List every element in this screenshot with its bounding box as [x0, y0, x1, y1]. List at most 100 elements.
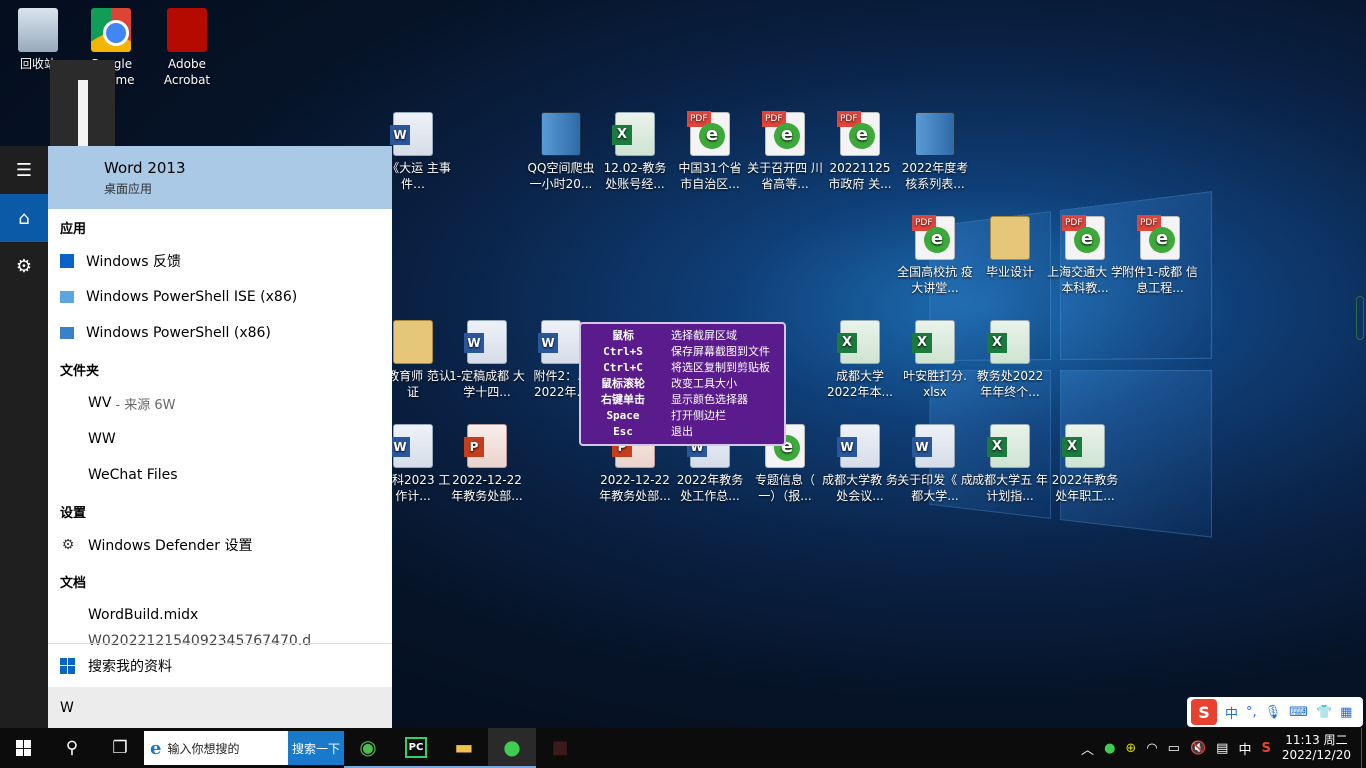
- search-input[interactable]: W: [48, 687, 392, 728]
- browser-search-button[interactable]: 搜索一下: [288, 731, 344, 765]
- pdf-file-icon: [915, 216, 955, 260]
- best-match-result[interactable]: Word 2013 桌面应用: [48, 146, 392, 209]
- desktop-icon-label: 关于印发《 成都大学...: [897, 472, 973, 504]
- result-label: WordBuild.midx: [88, 607, 198, 623]
- desktop-icon[interactable]: 关于印发《 成都大学...: [897, 424, 973, 504]
- task-view-icon[interactable]: ❐: [96, 728, 144, 768]
- action-center-icon[interactable]: ▤: [1211, 741, 1233, 756]
- result-label: Windows PowerShell (x86): [86, 325, 271, 341]
- desktop-icon[interactable]: Adobe Acrobat: [149, 8, 225, 88]
- browser-icon: ◉: [359, 735, 376, 759]
- desktop-icon-label: Adobe Acrobat: [149, 56, 225, 88]
- help-desc: 选择截屏区域: [659, 328, 737, 344]
- help-row: Space 打开侧边栏: [587, 408, 778, 424]
- clock[interactable]: 11:13 周二 2022/12/20: [1276, 733, 1361, 763]
- volume-mute-icon[interactable]: 🔇: [1185, 741, 1211, 756]
- battery-icon[interactable]: ▭: [1163, 741, 1185, 756]
- result-item[interactable]: WeChat Files: [48, 457, 392, 493]
- desktop-icon-label: 叶安胜打分. xlsx: [897, 368, 973, 400]
- result-item[interactable]: WW: [48, 421, 392, 457]
- desktop-icon[interactable]: 教务处2022 年年终个...: [972, 320, 1048, 400]
- section-header: 应用: [48, 209, 392, 243]
- desktop-icon-label: 1-定稿成都 大学十四...: [449, 368, 525, 400]
- desktop-icon-label: 2022-12-22 年教务处部...: [597, 472, 673, 504]
- wechat-icon: ●: [503, 735, 520, 759]
- search-icon[interactable]: ⚲: [48, 728, 96, 768]
- pdf-file-icon: [1140, 216, 1180, 260]
- pycharm-app[interactable]: PC: [392, 728, 440, 768]
- gear-icon[interactable]: ⚙: [0, 242, 48, 290]
- show-desktop-button[interactable]: [1361, 728, 1366, 768]
- help-desc: 保存屏幕截图到文件: [659, 344, 770, 360]
- desktop-icon[interactable]: 20221125 市政府 关...: [822, 112, 898, 192]
- search-my-stuff[interactable]: 搜索我的资料: [48, 643, 392, 687]
- desktop-icon[interactable]: 叶安胜打分. xlsx: [897, 320, 973, 400]
- desktop-icon[interactable]: 12.02-教务 处账号经...: [597, 112, 673, 192]
- desktop-icon[interactable]: 全国高校抗 疫大讲堂...: [897, 216, 973, 296]
- clock-date: 2022/12/20: [1282, 748, 1351, 763]
- desktop-icon[interactable]: 成都大学教 务处会议...: [822, 424, 898, 504]
- desktop-icon[interactable]: 2022年度考 核系列表...: [897, 112, 973, 192]
- excel-file-icon: [915, 320, 955, 364]
- blank-icon: [60, 607, 76, 623]
- desktop-icon[interactable]: 1-定稿成都 大学十四...: [449, 320, 525, 400]
- keyboard-icon[interactable]: ⌨: [1289, 705, 1308, 720]
- system-tray: ︿ ● ⊕ ◠ ▭ 🔇 ▤ 中 S 11:13 周二 2022/12/20: [1076, 728, 1366, 768]
- desktop-icon-label: QQ空间爬虫 一小时20...: [523, 160, 599, 192]
- desktop-icon[interactable]: 关于召开四 川省高等...: [747, 112, 823, 192]
- apps-grid-icon[interactable]: ▦: [1340, 705, 1352, 720]
- slider-bar[interactable]: [78, 80, 88, 156]
- help-row: Ctrl+S 保存屏幕截图到文件: [587, 344, 778, 360]
- result-item[interactable]: WordBuild.midx: [48, 597, 392, 633]
- ime-lang-tray[interactable]: 中: [1233, 739, 1256, 758]
- result-item[interactable]: Windows PowerShell ISE (x86): [48, 279, 392, 315]
- punctuation-icon[interactable]: °,: [1246, 705, 1257, 720]
- hidden-app[interactable]: ■: [536, 728, 584, 768]
- sogou-logo-icon[interactable]: S: [1191, 699, 1217, 725]
- help-key: 鼠标: [587, 328, 659, 344]
- ime-lang[interactable]: 中: [1225, 703, 1238, 722]
- wechat-app[interactable]: ●: [488, 728, 536, 768]
- search-results-panel: Word 2013 桌面应用 应用 Windows 反馈 Windows Power…: [48, 146, 392, 728]
- desktop-icon-label: 上海交通大 学本科教...: [1047, 264, 1123, 296]
- sogou-tray-icon[interactable]: S: [1256, 741, 1275, 756]
- blank-icon: [60, 467, 76, 483]
- result-sublabel: - 来源 6W: [115, 394, 175, 413]
- plus-tray-icon[interactable]: ⊕: [1120, 741, 1141, 756]
- help-key: 鼠标滚轮: [587, 376, 659, 392]
- desktop-icon[interactable]: 上海交通大 学本科教...: [1047, 216, 1123, 296]
- help-key: Space: [587, 408, 659, 424]
- desktop-icon[interactable]: 中国31个省 市自治区...: [672, 112, 748, 192]
- result-item[interactable]: Windows PowerShell (x86): [48, 315, 392, 351]
- desktop-icon[interactable]: 成都大学五 年计划指...: [972, 424, 1048, 504]
- gear-icon: ⚙: [60, 537, 76, 553]
- chevron-up-icon[interactable]: ︿: [1076, 739, 1099, 758]
- desktop-icon[interactable]: 毕业设计: [972, 216, 1048, 280]
- edge-handle[interactable]: [1356, 296, 1364, 340]
- result-item[interactable]: ⚙ Windows Defender 设置: [48, 527, 392, 563]
- home-icon[interactable]: ⌂: [0, 194, 48, 242]
- ie-browser-app[interactable]: ◉: [344, 728, 392, 768]
- start-button[interactable]: [0, 728, 48, 768]
- help-row: 鼠标滚轮 改变工具大小: [587, 376, 778, 392]
- file-explorer-app[interactable]: ▬: [440, 728, 488, 768]
- help-desc: 打开侧边栏: [659, 408, 726, 424]
- hamburger-icon[interactable]: ☰: [0, 146, 48, 194]
- wifi-icon[interactable]: ◠: [1141, 741, 1162, 756]
- microphone-icon[interactable]: 🎙: [1265, 705, 1282, 720]
- result-item[interactable]: Windows 反馈: [48, 243, 392, 279]
- zip-file-icon: [915, 112, 955, 156]
- desktop-icon[interactable]: 2022年教务 处年职工...: [1047, 424, 1123, 504]
- result-item[interactable]: WV - 来源 6W: [48, 385, 392, 421]
- desktop-icon[interactable]: QQ空间爬虫 一小时20...: [523, 112, 599, 192]
- recycle-file-icon: [18, 8, 58, 52]
- desktop-icon[interactable]: 2022-12-22 年教务处部...: [449, 424, 525, 504]
- skin-icon[interactable]: 👕: [1316, 705, 1332, 720]
- result-label: WW: [88, 431, 116, 447]
- ie-icon: e: [150, 738, 161, 759]
- browser-search-input[interactable]: e 输入你想搜的: [144, 731, 288, 765]
- desktop-icon[interactable]: 成都大学 2022年本...: [822, 320, 898, 400]
- desktop-icon[interactable]: 附件1-成都 信息工程...: [1122, 216, 1198, 296]
- wechat-tray-icon[interactable]: ●: [1099, 741, 1120, 756]
- desktop-icon-label: 全国高校抗 疫大讲堂...: [897, 264, 973, 296]
